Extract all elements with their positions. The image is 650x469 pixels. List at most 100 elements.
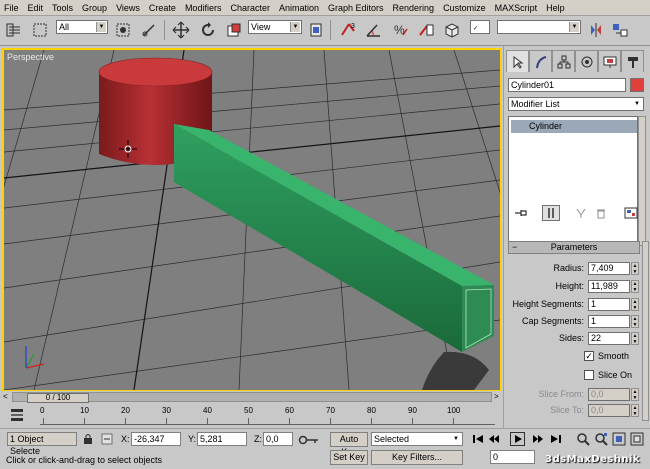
reference-coord-dropdown[interactable]: View ▼ xyxy=(248,20,302,34)
auto-key-button[interactable]: Auto Key xyxy=(330,432,368,457)
remove-modifier-icon[interactable] xyxy=(592,205,610,221)
slice-to-spinner[interactable]: ▲ ▼ xyxy=(631,404,639,417)
absolute-mode-icon[interactable] xyxy=(101,433,113,445)
menu-graph-editors[interactable]: Graph Editors xyxy=(328,3,384,13)
previous-frame-icon[interactable] xyxy=(486,432,501,446)
tab-modify[interactable] xyxy=(529,50,552,72)
zoom-all-icon[interactable] xyxy=(593,432,608,446)
mirror-icon[interactable] xyxy=(586,20,606,40)
height-segments-input[interactable]: 1 xyxy=(588,298,630,311)
zoom-extents-all-icon[interactable] xyxy=(629,432,644,446)
edit-named-selections-icon[interactable] xyxy=(442,20,462,40)
svg-text:3: 3 xyxy=(351,23,355,30)
height-input[interactable]: 11,989 xyxy=(588,280,630,293)
height-segments-spinner[interactable]: ▲ ▼ xyxy=(631,298,639,311)
box-object[interactable] xyxy=(174,124,494,352)
menu-file[interactable]: File xyxy=(4,3,19,13)
x-coordinate-field[interactable]: -26,347 xyxy=(131,432,181,446)
parameters-rollout-header[interactable]: − Parameters xyxy=(508,241,640,254)
zoom-extents-icon[interactable] xyxy=(611,432,626,446)
tab-motion[interactable] xyxy=(575,50,598,72)
mini-curve-editor-icon[interactable] xyxy=(10,408,24,422)
y-coordinate-field[interactable]: 5,281 xyxy=(197,432,247,446)
tab-hierarchy[interactable] xyxy=(552,50,575,72)
align-icon[interactable] xyxy=(610,20,630,40)
scale-icon[interactable] xyxy=(224,20,244,40)
next-frame-icon[interactable] xyxy=(530,432,545,446)
configure-modifier-sets-icon[interactable] xyxy=(622,205,640,221)
menu-customize[interactable]: Customize xyxy=(443,3,486,13)
command-panel-scrollbar[interactable] xyxy=(642,241,649,421)
object-color-swatch[interactable] xyxy=(630,78,644,92)
cap-segments-spinner[interactable]: ▲ ▼ xyxy=(631,315,639,328)
key-mode-value: Selected xyxy=(374,434,410,444)
menu-views[interactable]: Views xyxy=(116,3,140,13)
abc-spell-icon[interactable]: ✓ xyxy=(470,20,490,34)
menu-animation[interactable]: Animation xyxy=(279,3,319,13)
menu-help[interactable]: Help xyxy=(546,3,565,13)
slice-from-input[interactable]: 0,0 xyxy=(588,388,630,401)
partial-object[interactable] xyxy=(422,351,489,390)
select-by-name-icon[interactable] xyxy=(4,20,24,40)
select-and-link-icon[interactable] xyxy=(139,20,159,40)
pivot-center-icon[interactable] xyxy=(306,20,326,40)
tab-create[interactable] xyxy=(506,50,529,72)
object-name-field[interactable]: Cylinder01 xyxy=(508,78,626,92)
viewport-label[interactable]: Perspective xyxy=(7,52,54,62)
key-icon[interactable] xyxy=(298,435,320,445)
menu-modifiers[interactable]: Modifiers xyxy=(185,3,222,13)
slice-from-spinner[interactable]: ▲ ▼ xyxy=(631,388,639,401)
set-key-button[interactable]: Set Key xyxy=(330,450,368,465)
make-unique-icon[interactable] xyxy=(572,205,590,221)
perspective-viewport[interactable]: Perspective xyxy=(2,48,502,392)
go-to-start-icon[interactable] xyxy=(470,432,485,446)
slice-to-input[interactable]: 0,0 xyxy=(588,404,630,417)
time-slider-thumb[interactable]: 0 / 100 xyxy=(27,393,89,403)
named-selection-dropdown[interactable]: ▼ xyxy=(497,20,581,34)
tab-utilities[interactable] xyxy=(621,50,644,72)
pin-stack-icon[interactable] xyxy=(512,205,530,221)
menu-create[interactable]: Create xyxy=(149,3,176,13)
stack-item-cylinder[interactable]: Cylinder xyxy=(511,120,637,133)
menu-maxscript[interactable]: MAXScript xyxy=(495,3,538,13)
menu-edit[interactable]: Edit xyxy=(28,3,44,13)
cap-segments-input[interactable]: 1 xyxy=(588,315,630,328)
tab-display[interactable] xyxy=(598,50,621,72)
menu-tools[interactable]: Tools xyxy=(52,3,73,13)
z-coordinate-field[interactable]: 0,0 xyxy=(263,432,293,446)
percent-snap-icon[interactable]: % xyxy=(390,20,410,40)
current-frame-field[interactable]: 0 xyxy=(490,450,535,464)
slider-prev-icon[interactable]: < xyxy=(3,392,8,401)
snap-3d-icon[interactable]: 3 xyxy=(338,20,358,40)
lock-icon[interactable] xyxy=(83,433,93,445)
smooth-checkbox[interactable]: ✓ xyxy=(584,351,594,361)
key-filters-button[interactable]: Key Filters... xyxy=(371,450,463,465)
radius-input[interactable]: 7,409 xyxy=(588,262,630,275)
show-end-result-icon[interactable] xyxy=(542,205,560,221)
slice-on-checkbox[interactable] xyxy=(584,370,594,380)
height-spinner[interactable]: ▲ ▼ xyxy=(631,280,639,293)
move-icon[interactable] xyxy=(171,20,191,40)
angle-snap-icon[interactable] xyxy=(364,20,384,40)
rect-selection-icon[interactable] xyxy=(30,20,50,40)
rotate-icon[interactable] xyxy=(198,20,218,40)
track-bar[interactable]: 0 10 20 30 40 50 60 70 80 90 100 xyxy=(0,404,503,428)
modifier-stack-scrollbar[interactable] xyxy=(638,116,646,246)
sides-input[interactable]: 22 xyxy=(588,332,630,345)
time-slider-track[interactable]: 0 / 100 xyxy=(12,392,492,403)
sides-spinner[interactable]: ▲ ▼ xyxy=(631,332,639,345)
display-monitor-icon xyxy=(603,56,616,68)
go-to-end-icon[interactable] xyxy=(548,432,563,446)
menu-rendering[interactable]: Rendering xyxy=(393,3,435,13)
play-icon[interactable] xyxy=(510,432,525,446)
modifier-list-dropdown[interactable]: Modifier List ▼ xyxy=(508,97,644,111)
slider-next-icon[interactable]: > xyxy=(494,392,499,401)
zoom-icon[interactable] xyxy=(575,432,590,446)
key-mode-dropdown[interactable]: Selected ▼ xyxy=(371,432,463,446)
menu-character[interactable]: Character xyxy=(230,3,270,13)
menu-group[interactable]: Group xyxy=(82,3,107,13)
spinner-snap-icon[interactable] xyxy=(416,20,436,40)
select-object-icon[interactable] xyxy=(113,20,133,40)
selection-filter-dropdown[interactable]: All ▼ xyxy=(56,20,108,34)
radius-spinner[interactable]: ▲ ▼ xyxy=(631,262,639,275)
